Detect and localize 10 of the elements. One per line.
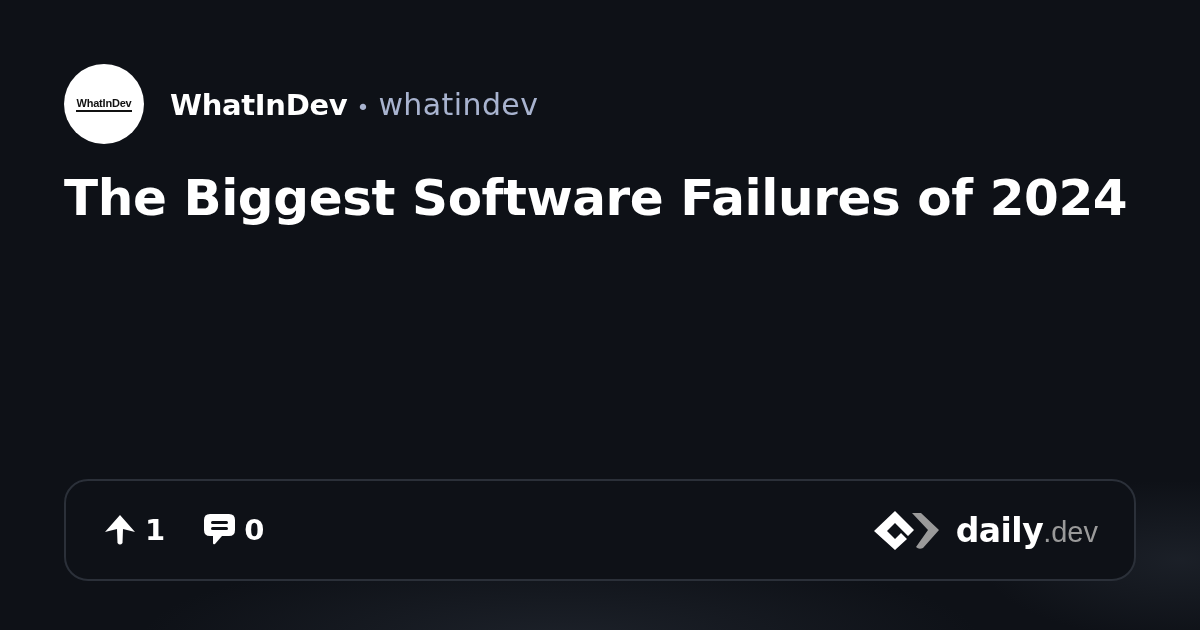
comment-icon[interactable] — [203, 513, 237, 547]
comment-count: 0 — [244, 513, 265, 547]
avatar-logo-text: WhatInDev — [76, 96, 132, 112]
post-title: The Biggest Software Failures of 2024 — [64, 168, 1129, 228]
up-arrow-icon[interactable] — [103, 513, 137, 547]
brand-wordmark: daily.dev — [955, 510, 1098, 550]
separator-dot: • — [356, 94, 370, 120]
author-name[interactable]: WhatInDev — [170, 87, 348, 122]
upvote-count: 1 — [145, 513, 166, 547]
author-handle[interactable]: whatindev — [378, 86, 539, 122]
